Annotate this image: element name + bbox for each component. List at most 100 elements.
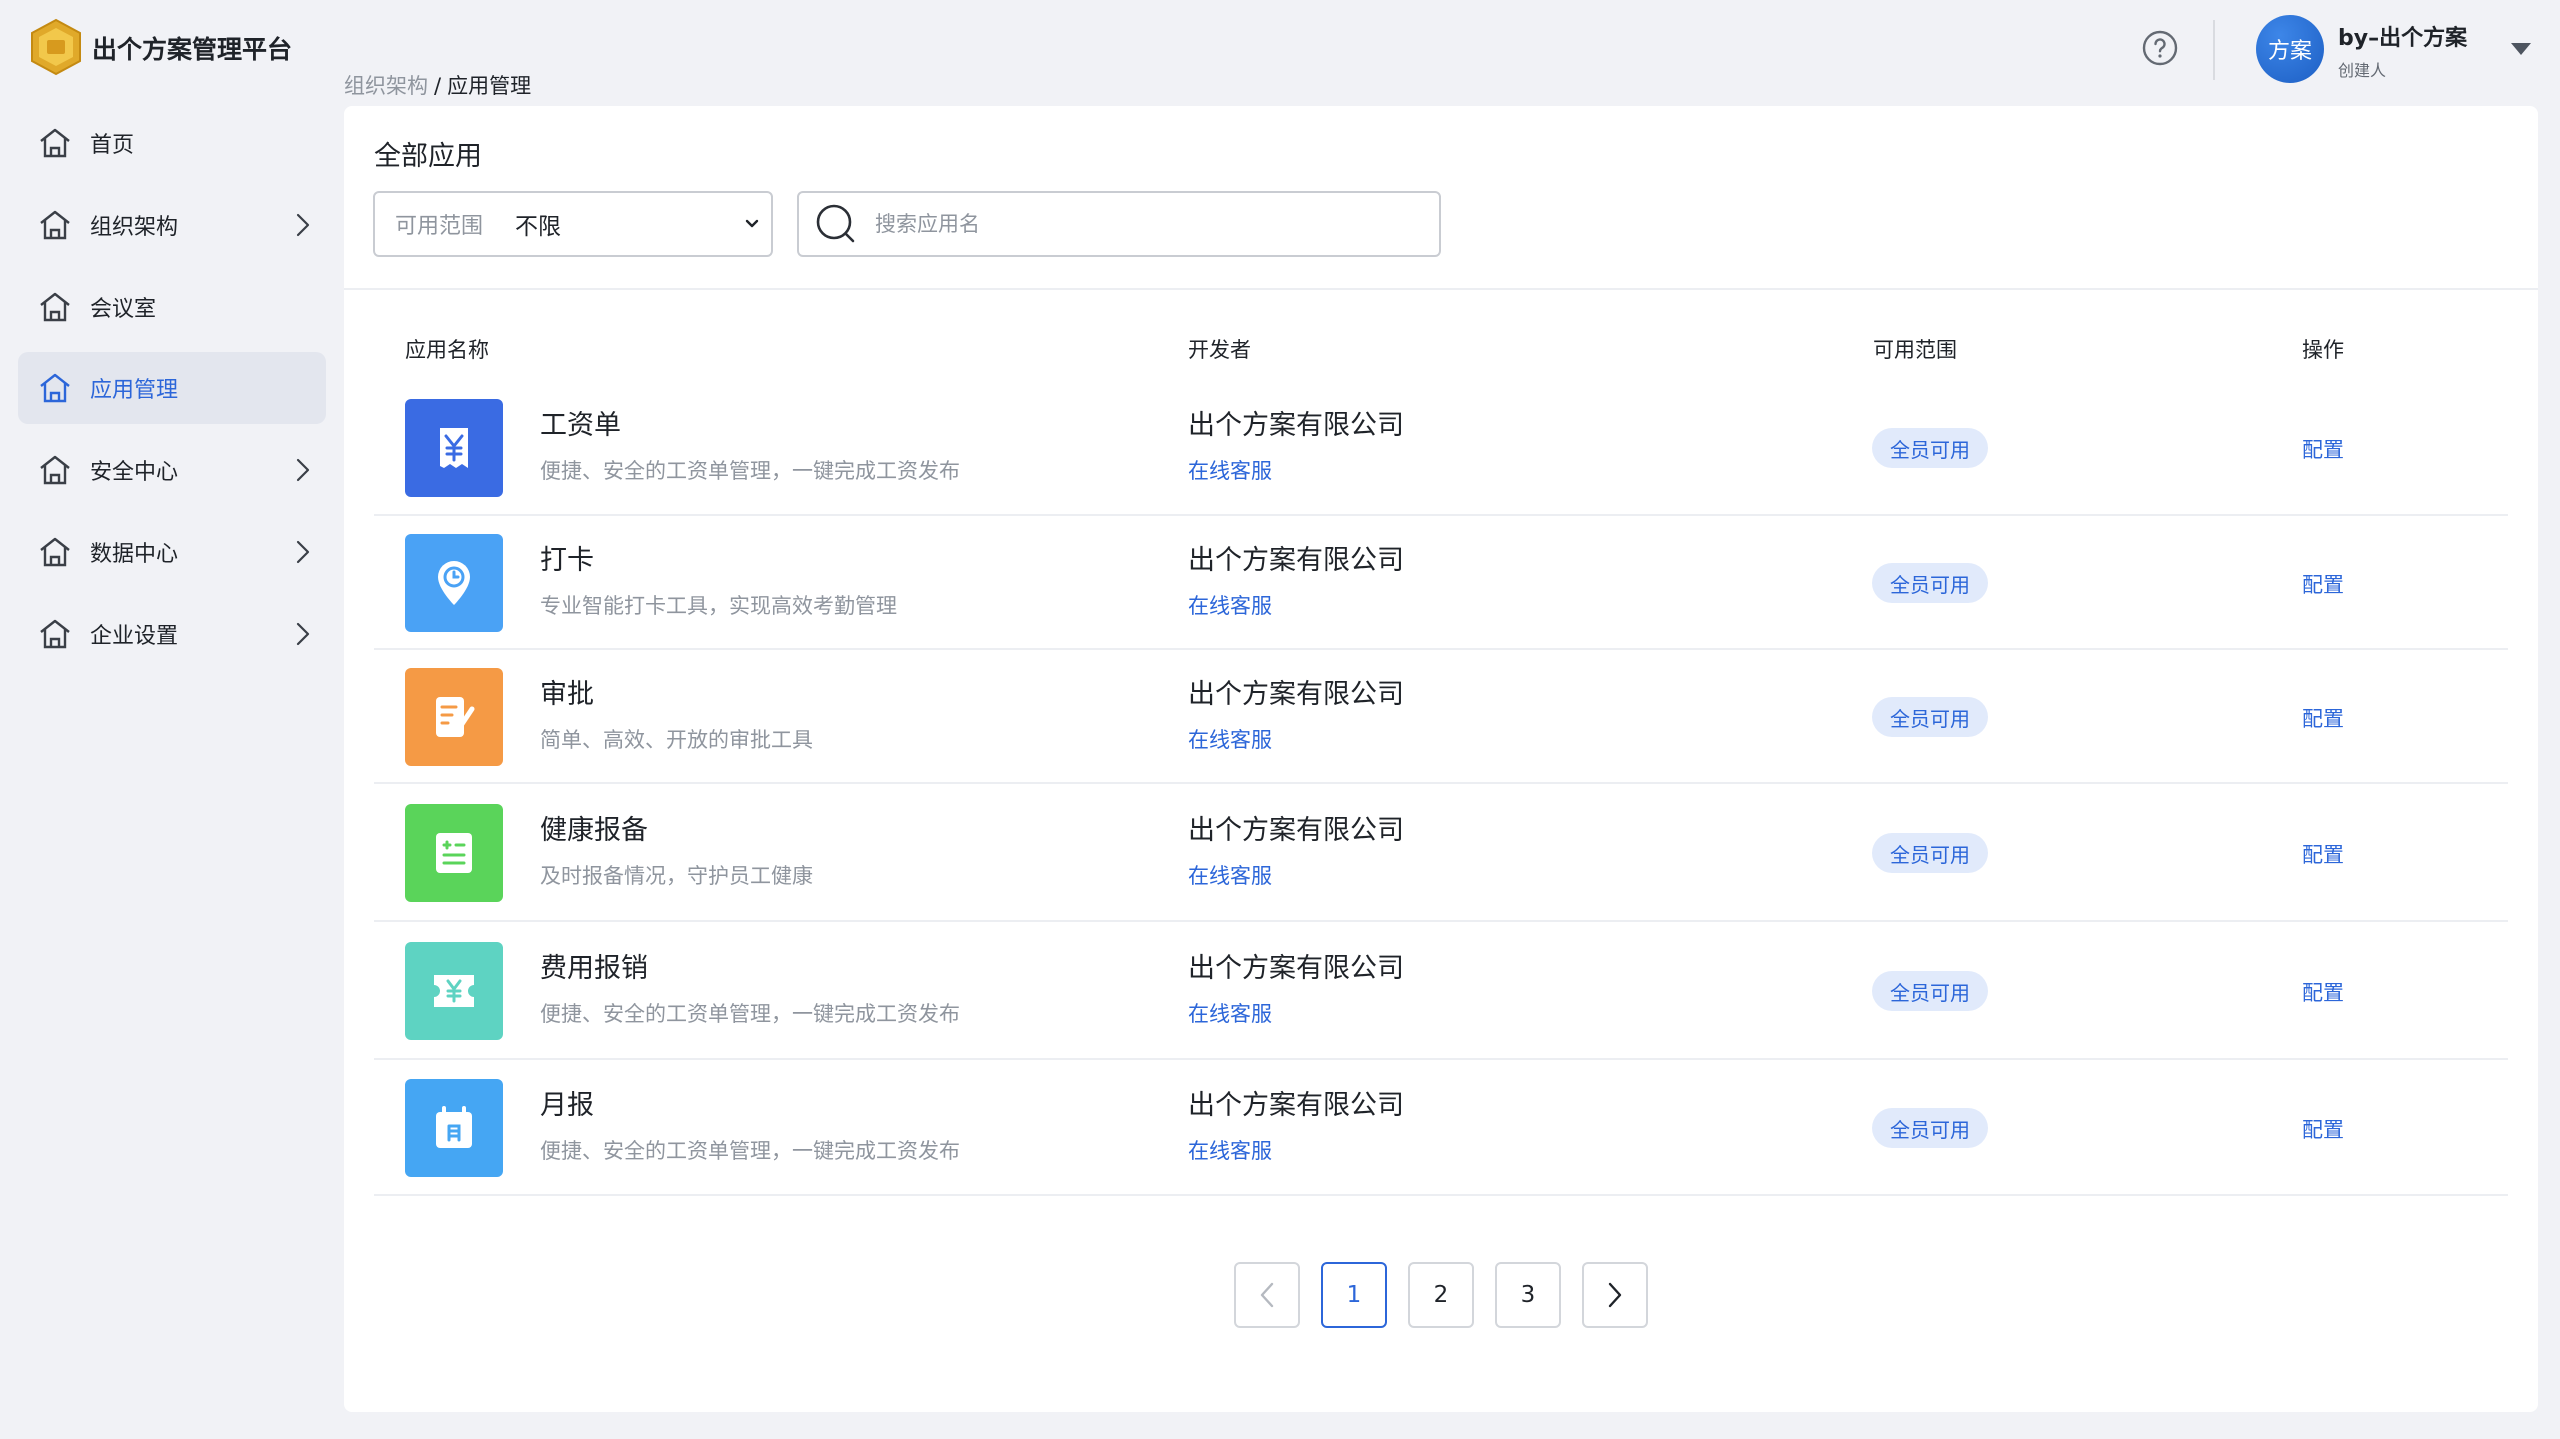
home-icon bbox=[38, 536, 72, 568]
scope-badge: 全员可用 bbox=[1872, 1108, 1988, 1148]
breadcrumb-parent[interactable]: 组织架构 bbox=[344, 74, 428, 98]
platform-logo-icon bbox=[31, 18, 81, 76]
search-input[interactable] bbox=[875, 212, 1395, 236]
config-link[interactable]: 配置 bbox=[2302, 977, 2344, 1007]
online-support-link[interactable]: 在线客服 bbox=[1188, 998, 1272, 1028]
scope-badge: 全员可用 bbox=[1872, 833, 1988, 873]
app-name[interactable]: 工资单 bbox=[540, 403, 621, 442]
search-icon bbox=[816, 204, 855, 243]
sidebar-item-meeting-room[interactable]: 会议室 bbox=[18, 271, 326, 343]
config-link[interactable]: 配置 bbox=[2302, 1114, 2344, 1144]
scope-badge: 全员可用 bbox=[1872, 563, 1988, 603]
online-support-link[interactable]: 在线客服 bbox=[1188, 455, 1272, 485]
sidebar-item-label: 会议室 bbox=[90, 297, 157, 322]
user-avatar[interactable]: 方案 bbox=[2256, 15, 2324, 83]
payroll-icon bbox=[405, 399, 503, 497]
sidebar-item-home[interactable]: 首页 bbox=[18, 107, 326, 179]
scope-filter-label: 可用范围 bbox=[395, 214, 484, 239]
scope-badge: 全员可用 bbox=[1872, 428, 1988, 468]
app-description: 专业智能打卡工具，实现高效考勤管理 bbox=[540, 594, 897, 618]
clock-in-icon bbox=[405, 534, 503, 632]
sidebar-item-app-management[interactable]: 应用管理 bbox=[18, 352, 326, 424]
app-name[interactable]: 健康报备 bbox=[540, 808, 648, 847]
chevron-down-icon bbox=[745, 219, 759, 228]
config-link[interactable]: 配置 bbox=[2302, 434, 2344, 464]
expense-icon bbox=[405, 942, 503, 1040]
breadcrumb-current: 应用管理 bbox=[447, 74, 532, 98]
chevron-right-icon bbox=[296, 458, 310, 482]
sidebar-item-enterprise-settings[interactable]: 企业设置 bbox=[18, 598, 326, 670]
app-description: 便捷、安全的工资单管理，一键完成工资发布 bbox=[540, 1139, 960, 1163]
scope-filter-select[interactable]: 可用范围 不限 bbox=[373, 191, 773, 257]
page-button-2[interactable]: 2 bbox=[1408, 1262, 1474, 1328]
page-button-1[interactable]: 1 bbox=[1321, 1262, 1387, 1328]
next-page-button[interactable] bbox=[1582, 1262, 1648, 1328]
main-card: 全部应用 可用范围 不限 应用名称 开发者 可用范围 操作 工资单便捷、安全的工… bbox=[344, 106, 2538, 1412]
table-row: 打卡专业智能打卡工具，实现高效考勤管理 出个方案有限公司 在线客服 全员可用 配置 bbox=[374, 516, 2508, 650]
chevron-right-icon bbox=[296, 213, 310, 237]
developer-name: 出个方案有限公司 bbox=[1188, 410, 1404, 441]
home-icon bbox=[38, 454, 72, 486]
sidebar-item-label: 安全中心 bbox=[90, 460, 179, 485]
app-description: 及时报备情况，守护员工健康 bbox=[540, 864, 813, 888]
sidebar-item-label: 数据中心 bbox=[90, 542, 179, 567]
help-icon[interactable] bbox=[2142, 30, 2178, 66]
sidebar-item-security-center[interactable]: 安全中心 bbox=[18, 434, 326, 506]
breadcrumb-separator: / bbox=[434, 74, 442, 98]
table-row: 费用报销 便捷、安全的工资单管理，一键完成工资发布 出个方案有限公司 在线客服 全员可用… bbox=[374, 922, 2508, 1060]
home-icon bbox=[38, 209, 72, 241]
approval-icon bbox=[405, 668, 503, 766]
config-link[interactable]: 配置 bbox=[2302, 839, 2344, 869]
page-button-3[interactable]: 3 bbox=[1495, 1262, 1561, 1328]
home-icon bbox=[38, 372, 72, 404]
online-support-link[interactable]: 在线客服 bbox=[1188, 724, 1272, 754]
sidebar-item-label: 应用管理 bbox=[90, 378, 179, 403]
scope-badge: 全员可用 bbox=[1872, 697, 1988, 737]
sidebar-item-label: 企业设置 bbox=[90, 624, 179, 649]
header-divider bbox=[2213, 20, 2215, 80]
chevron-right-icon bbox=[296, 622, 310, 646]
search-box[interactable] bbox=[797, 191, 1441, 257]
sidebar-item-label: 组织架构 bbox=[90, 215, 179, 240]
sidebar-item-data-center[interactable]: 数据中心 bbox=[18, 516, 326, 588]
app-name[interactable]: 月报 bbox=[540, 1083, 594, 1122]
table-row: 月报便捷、安全的工资单管理，一键完成工资发布 出个方案有限公司 在线客服 全员可用 配置 bbox=[374, 1060, 2508, 1196]
table-row: 健康报备及时报备情况，守护员工健康 出个方案有限公司 在线客服 全员可用 配置 bbox=[374, 784, 2508, 922]
config-link[interactable]: 配置 bbox=[2302, 569, 2344, 599]
monthly-report-icon bbox=[405, 1079, 503, 1177]
sidebar-item-label: 首页 bbox=[90, 133, 135, 158]
table-row: 工资单便捷、安全的工资单管理，一键完成工资发布 出个方案有限公司 在线客服 全员可用 配… bbox=[374, 380, 2508, 516]
developer-name: 出个方案有限公司 bbox=[1188, 545, 1404, 576]
app-description: 便捷、安全的工资单管理，一键完成工资发布 bbox=[540, 1002, 960, 1026]
chevron-right-icon bbox=[1607, 1282, 1623, 1308]
table-row: 审批 简单、高效、开放的审批工具 出个方案有限公司 在线客服 全员可用 配置 bbox=[374, 650, 2508, 784]
health-report-icon bbox=[405, 804, 503, 902]
config-link[interactable]: 配置 bbox=[2302, 703, 2344, 733]
section-divider bbox=[344, 288, 2538, 290]
user-role: 创建人 bbox=[2338, 61, 2387, 80]
app-name[interactable]: 费用报销 bbox=[540, 946, 648, 985]
online-support-link[interactable]: 在线客服 bbox=[1188, 860, 1272, 890]
developer-name: 出个方案有限公司 bbox=[1188, 1090, 1404, 1121]
online-support-link[interactable]: 在线客服 bbox=[1188, 1135, 1272, 1165]
online-support-link[interactable]: 在线客服 bbox=[1188, 590, 1272, 620]
column-header-name: 应用名称 bbox=[405, 338, 489, 362]
app-name[interactable]: 审批 bbox=[540, 672, 594, 711]
platform-title: 出个方案管理平台 bbox=[92, 35, 293, 64]
sidebar-item-organization[interactable]: 组织架构 bbox=[18, 189, 326, 261]
column-header-action: 操作 bbox=[2302, 338, 2344, 362]
app-description: 便捷、安全的工资单管理，一键完成工资发布 bbox=[540, 459, 960, 483]
app-description: 简单、高效、开放的审批工具 bbox=[540, 728, 813, 752]
home-icon bbox=[38, 127, 72, 159]
chevron-left-icon bbox=[1259, 1282, 1275, 1308]
home-icon bbox=[38, 291, 72, 323]
developer-name: 出个方案有限公司 bbox=[1188, 953, 1404, 984]
developer-name: 出个方案有限公司 bbox=[1188, 815, 1404, 846]
user-name[interactable]: by–出个方案 bbox=[2338, 20, 2467, 52]
chevron-right-icon bbox=[296, 540, 310, 564]
caret-down-icon[interactable] bbox=[2510, 42, 2532, 56]
home-icon bbox=[38, 618, 72, 650]
breadcrumb: 组织架构 / 应用管理 bbox=[344, 70, 531, 100]
app-name[interactable]: 打卡 bbox=[540, 538, 594, 577]
prev-page-button[interactable] bbox=[1234, 1262, 1300, 1328]
